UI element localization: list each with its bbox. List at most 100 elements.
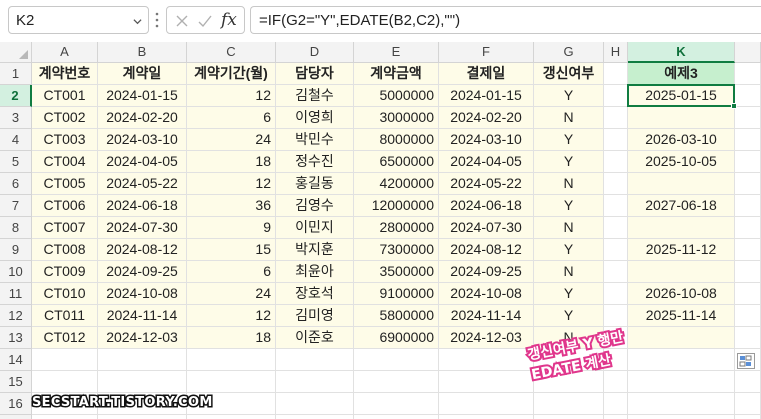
- cell-h2[interactable]: [604, 85, 628, 107]
- row-header-10[interactable]: 10: [0, 261, 32, 283]
- cell-e14[interactable]: [354, 349, 439, 371]
- header-cell-k1[interactable]: 예제3: [628, 63, 735, 85]
- cell-a4[interactable]: CT003: [32, 129, 98, 151]
- row-header-11[interactable]: 11: [0, 283, 32, 305]
- cell-h10[interactable]: [604, 261, 628, 283]
- cell-c7[interactable]: 36: [187, 195, 276, 217]
- cell-c8[interactable]: 9: [187, 217, 276, 239]
- cell-b12[interactable]: 2024-11-14: [98, 305, 187, 327]
- cell-e5[interactable]: 6500000: [354, 151, 439, 173]
- cell-k15[interactable]: [628, 371, 735, 393]
- cell-c13[interactable]: 18: [187, 327, 276, 349]
- cell-g12[interactable]: Y: [534, 305, 604, 327]
- cell-f11[interactable]: 2024-10-08: [439, 283, 534, 305]
- cell-a15[interactable]: [32, 371, 98, 393]
- cell-d12[interactable]: 김미영: [276, 305, 354, 327]
- cell-f13[interactable]: 2024-12-03: [439, 327, 534, 349]
- chevron-down-icon[interactable]: [133, 17, 142, 26]
- cell-d3[interactable]: 이영희: [276, 107, 354, 129]
- cell-b15[interactable]: [98, 371, 187, 393]
- select-all-corner[interactable]: [0, 42, 32, 63]
- cell-a10[interactable]: CT009: [32, 261, 98, 283]
- row-header-1[interactable]: 1: [0, 63, 32, 85]
- cell-f9[interactable]: 2024-08-12: [439, 239, 534, 261]
- cell-f16[interactable]: [439, 393, 534, 415]
- cancel-icon[interactable]: [174, 13, 190, 29]
- cell-k6[interactable]: [628, 173, 735, 195]
- cell-d8[interactable]: 이민지: [276, 217, 354, 239]
- cell-d5[interactable]: 정수진: [276, 151, 354, 173]
- header-cell-f1[interactable]: 결제일: [439, 63, 534, 85]
- cell-g10[interactable]: N: [534, 261, 604, 283]
- cell-k9[interactable]: 2025-11-12: [628, 239, 735, 261]
- cell-a7[interactable]: CT006: [32, 195, 98, 217]
- cell-g3[interactable]: N: [534, 107, 604, 129]
- column-header-g[interactable]: G: [534, 42, 604, 63]
- cell-k8[interactable]: [628, 217, 735, 239]
- cell-b9[interactable]: 2024-08-12: [98, 239, 187, 261]
- name-box[interactable]: K2: [8, 6, 149, 34]
- cell-e7[interactable]: 12000000: [354, 195, 439, 217]
- cell-k16[interactable]: [628, 393, 735, 415]
- cell-b13[interactable]: 2024-12-03: [98, 327, 187, 349]
- quick-analysis-icon[interactable]: [737, 353, 755, 369]
- cell-e16[interactable]: [354, 393, 439, 415]
- insert-function-icon[interactable]: fx: [221, 10, 237, 30]
- cell-h3[interactable]: [604, 107, 628, 129]
- cell-g6[interactable]: N: [534, 173, 604, 195]
- column-header-b[interactable]: B: [98, 42, 187, 63]
- cell-c10[interactable]: 6: [187, 261, 276, 283]
- header-cell-h1[interactable]: [604, 63, 628, 85]
- cell-a13[interactable]: CT012: [32, 327, 98, 349]
- cell-b4[interactable]: 2024-03-10: [98, 129, 187, 151]
- cell-a3[interactable]: CT002: [32, 107, 98, 129]
- column-header-h[interactable]: H: [604, 42, 628, 63]
- cell-c12[interactable]: 12: [187, 305, 276, 327]
- cell-f15[interactable]: [439, 371, 534, 393]
- cell-h6[interactable]: [604, 173, 628, 195]
- cell-e13[interactable]: 6900000: [354, 327, 439, 349]
- cell-a8[interactable]: CT007: [32, 217, 98, 239]
- cell-d9[interactable]: 박지훈: [276, 239, 354, 261]
- cell-h4[interactable]: [604, 129, 628, 151]
- column-header-a[interactable]: A: [32, 42, 98, 63]
- cell-g11[interactable]: Y: [534, 283, 604, 305]
- more-options-icon[interactable]: [155, 11, 159, 29]
- cell-b3[interactable]: 2024-02-20: [98, 107, 187, 129]
- column-header-f[interactable]: F: [439, 42, 534, 63]
- cell-c6[interactable]: 12: [187, 173, 276, 195]
- cell-e12[interactable]: 5800000: [354, 305, 439, 327]
- cell-a6[interactable]: CT005: [32, 173, 98, 195]
- cell-e9[interactable]: 7300000: [354, 239, 439, 261]
- cell-k14[interactable]: [628, 349, 735, 371]
- header-cell-g1[interactable]: 갱신여부: [534, 63, 604, 85]
- cell-b5[interactable]: 2024-04-05: [98, 151, 187, 173]
- cell-h5[interactable]: [604, 151, 628, 173]
- row-header-14[interactable]: 14: [0, 349, 32, 371]
- cell-k5[interactable]: 2025-10-05: [628, 151, 735, 173]
- row-header-5[interactable]: 5: [0, 151, 32, 173]
- header-cell-e1[interactable]: 계약금액: [354, 63, 439, 85]
- cell-k3[interactable]: [628, 107, 735, 129]
- row-header-13[interactable]: 13: [0, 327, 32, 349]
- cell-d7[interactable]: 김영수: [276, 195, 354, 217]
- cell-e15[interactable]: [354, 371, 439, 393]
- cell-k2[interactable]: 2025-01-15: [628, 85, 735, 107]
- cell-g2[interactable]: Y: [534, 85, 604, 107]
- cell-f8[interactable]: 2024-07-30: [439, 217, 534, 239]
- cell-h17[interactable]: [604, 415, 628, 419]
- cell-e6[interactable]: 4200000: [354, 173, 439, 195]
- cell-c3[interactable]: 6: [187, 107, 276, 129]
- cell-b17[interactable]: [98, 415, 187, 419]
- column-header-c[interactable]: C: [187, 42, 276, 63]
- cell-d16[interactable]: [276, 393, 354, 415]
- row-header-15[interactable]: 15: [0, 371, 32, 393]
- row-header-6[interactable]: 6: [0, 173, 32, 195]
- cell-c17[interactable]: [187, 415, 276, 419]
- cell-f14[interactable]: [439, 349, 534, 371]
- cell-d11[interactable]: 장호석: [276, 283, 354, 305]
- row-header-16[interactable]: 16: [0, 393, 32, 415]
- header-cell-b1[interactable]: 계약일: [98, 63, 187, 85]
- row-header-2[interactable]: 2: [0, 85, 32, 107]
- cell-c15[interactable]: [187, 371, 276, 393]
